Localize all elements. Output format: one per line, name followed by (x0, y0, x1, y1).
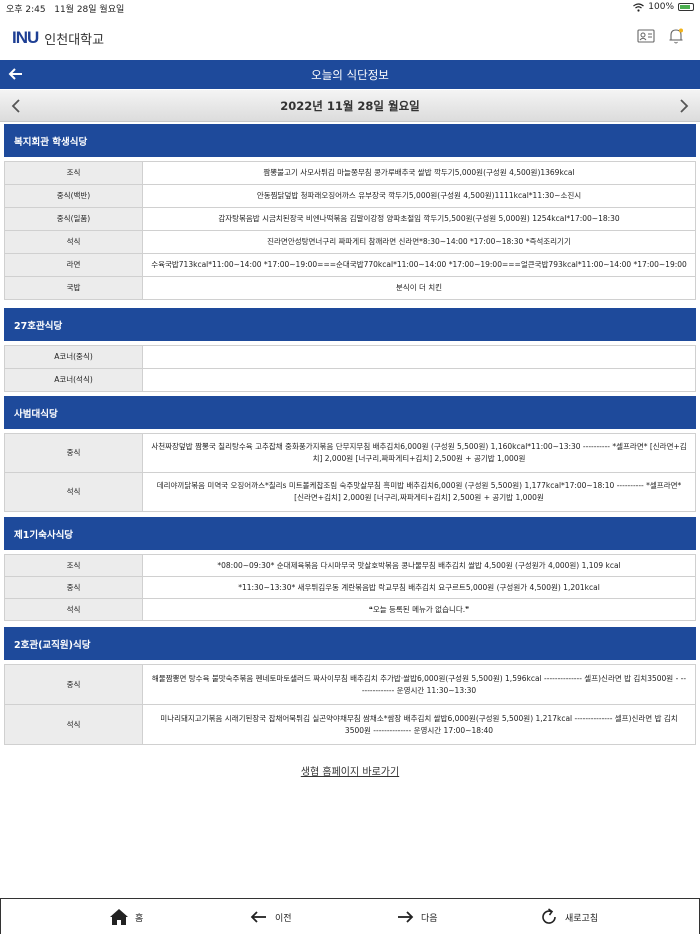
chevron-right-icon[interactable] (674, 97, 692, 115)
table-row: 석식 ❝오늘 등록된 메뉴가 없습니다.❞ (4, 598, 696, 621)
meal-menu: 데리야끼닭볶음 미역국 오징어까스*칠리s 미트볼케찹조림 숙주맛살무침 흑미밥… (142, 472, 696, 512)
meal-menu: 해물짬뽕면 탕수육 불맛숙주볶음 펜네토마토샐러드 짜사이무침 배추김치 추가밥… (142, 664, 696, 705)
menu-table: 중식 사천짜장덮밥 짬뽕국 칠리탕수육 고추잡채 중화풍가지볶음 단무지무침 배추… (4, 433, 696, 512)
meal-label: 조식 (4, 554, 143, 577)
page-title: 오늘의 식단정보 (311, 68, 389, 82)
university-logo[interactable]: INU 인천대학교 (12, 28, 104, 48)
home-label: 홈 (135, 913, 144, 924)
logo-text: 인천대학교 (44, 32, 105, 48)
status-time: 오후 2:45 (6, 5, 46, 15)
table-row: A코너(중식) (4, 345, 696, 369)
meal-menu: *11:30~13:30* 새우튀김우동 계란볶음밥 락교무침 배추김치 요구르… (142, 576, 696, 599)
meal-menu: ❝오늘 등록된 메뉴가 없습니다.❞ (142, 598, 696, 621)
meal-menu: 진라면안성탕면너구리 짜파게티 참깨라면 신라면*8:30~14:00 *17:… (142, 230, 696, 254)
meal-label: 국밥 (4, 276, 143, 300)
meal-label: 석식 (4, 704, 143, 745)
battery-icon (678, 3, 694, 11)
section-header: 2호관(교직원)식당 (4, 627, 696, 660)
table-row: 중식 해물짬뽕면 탕수육 불맛숙주볶음 펜네토마토샐러드 짜사이무침 배추김치 추… (4, 664, 696, 705)
section-header: 복지회관 학생식당 (4, 124, 696, 157)
meal-label: 중식(백반) (4, 184, 143, 208)
bell-icon[interactable] (666, 27, 686, 45)
meal-label: 중식 (4, 433, 143, 473)
next-label: 다음 (421, 913, 438, 924)
battery-percent: 100% (648, 2, 674, 12)
meal-label: 라면 (4, 253, 143, 277)
home-button[interactable]: 홈 (109, 907, 143, 927)
meal-menu: 짬뽕불고기 사모사튀김 마늘쫑무침 콩가루배추국 쌀밥 깍두기5,000원(구성… (142, 161, 696, 185)
table-row: 조식 *08:00~09:30* 순대제육볶음 다시마무국 맛살호박볶음 콩나물무… (4, 554, 696, 577)
home-icon (110, 909, 128, 925)
meal-label: 조식 (4, 161, 143, 185)
wifi-icon (633, 2, 645, 12)
meal-menu: 미나리돼지고기볶음 시래기된장국 잡채어묵튀김 실곤약야채무침 쌈채소*쌈장 배… (142, 704, 696, 745)
menu-table: A코너(중식) A코너(석식) (4, 345, 696, 392)
table-row: 중식(일품) 감자탕볶음밥 시금치된장국 비엔나떡볶음 김말이강정 양파초절임 깍… (4, 207, 696, 231)
section-header: 사범대식당 (4, 396, 696, 429)
prev-button[interactable]: 이전 (249, 907, 292, 927)
refresh-icon (542, 908, 556, 924)
table-row: 석식 데리야끼닭볶음 미역국 오징어까스*칠리s 미트볼케찹조림 숙주맛살무침 흑… (4, 472, 696, 512)
arrow-left-icon (250, 911, 266, 923)
id-card-icon[interactable] (636, 27, 656, 45)
meal-label: A코너(석식) (4, 368, 143, 392)
refresh-button[interactable]: 새로고침 (539, 907, 598, 927)
menu-table: 조식 *08:00~09:30* 순대제육볶음 다시마무국 맛살호박볶음 콩나물무… (4, 554, 696, 621)
table-row: A코너(석식) (4, 368, 696, 392)
meal-label: 석식 (4, 230, 143, 254)
prev-label: 이전 (275, 913, 292, 924)
meal-label: 중식(일품) (4, 207, 143, 231)
table-row: 라면 수육국밥713kcal*11:00~14:00 *17:00~19:00==… (4, 253, 696, 277)
nav-bar: 오늘의 식단정보 (0, 60, 700, 89)
meal-menu: 사천짜장덮밥 짬뽕국 칠리탕수육 고추잡채 중화풍가지볶음 단무지무침 배추김치… (142, 433, 696, 473)
status-bar: 오후 2:45 11월 28일 월요일 100% (0, 0, 700, 16)
meal-label: 석식 (4, 598, 143, 621)
next-button[interactable]: 다음 (395, 907, 438, 927)
section-header: 제1기숙사식당 (4, 517, 696, 550)
app-header: INU 인천대학교 (0, 16, 700, 60)
refresh-label: 새로고침 (565, 913, 599, 924)
meal-menu (142, 368, 696, 392)
arrow-right-icon (398, 911, 414, 923)
table-row: 조식 짬뽕불고기 사모사튀김 마늘쫑무침 콩가루배추국 쌀밥 깍두기5,000원(… (4, 161, 696, 185)
table-row: 중식(백반) 안동찜닭덮밥 청파래오징어까스 유부장국 깍두기5,000원(구성원… (4, 184, 696, 208)
section-header: 27호관식당 (4, 308, 696, 341)
current-date: 2022년 11월 28일 월요일 (280, 99, 420, 113)
date-bar: 2022년 11월 28일 월요일 (0, 90, 700, 122)
meal-menu (142, 345, 696, 369)
meal-label: A코너(중식) (4, 345, 143, 369)
meal-menu: 감자탕볶음밥 시금치된장국 비엔나떡볶음 김말이강정 양파초절임 깍두기5,50… (142, 207, 696, 231)
table-row: 중식 사천짜장덮밥 짬뽕국 칠리탕수육 고추잡채 중화풍가지볶음 단무지무침 배추… (4, 433, 696, 473)
meal-menu: 분식이 더 치킨 (142, 276, 696, 300)
status-date: 11월 28일 월요일 (54, 5, 125, 15)
menu-table: 조식 짬뽕불고기 사모사튀김 마늘쫑무침 콩가루배추국 쌀밥 깍두기5,000원(… (4, 161, 696, 300)
menu-content: 복지회관 학생식당 조식 짬뽕불고기 사모사튀김 마늘쫑무침 콩가루배추국 쌀밥 … (4, 124, 696, 778)
table-row: 중식 *11:30~13:30* 새우튀김우동 계란볶음밥 락교무침 배추김치 요… (4, 576, 696, 599)
bottom-toolbar: 홈 이전 다음 새로고침 (0, 898, 700, 934)
table-row: 국밥 분식이 더 치킨 (4, 276, 696, 300)
table-row: 석식 진라면안성탕면너구리 짜파게티 참깨라면 신라면*8:30~14:00 *1… (4, 230, 696, 254)
meal-label: 중식 (4, 576, 143, 599)
meal-label: 중식 (4, 664, 143, 705)
meal-menu: 안동찜닭덮밥 청파래오징어까스 유부장국 깍두기5,000원(구성원 4,500… (142, 184, 696, 208)
meal-menu: *08:00~09:30* 순대제육볶음 다시마무국 맛살호박볶음 콩나물무침 … (142, 554, 696, 577)
table-row: 석식 미나리돼지고기볶음 시래기된장국 잡채어묵튀김 실곤약야채무침 쌈채소*쌈장… (4, 704, 696, 745)
meal-label: 석식 (4, 472, 143, 512)
menu-table: 중식 해물짬뽕면 탕수육 불맛숙주볶음 펜네토마토샐러드 짜사이무침 배추김치 추… (4, 664, 696, 745)
logo-mark: INU (12, 28, 39, 47)
meal-menu: 수육국밥713kcal*11:00~14:00 *17:00~19:00===순… (142, 253, 696, 277)
coop-homepage-link[interactable]: 생협 홈페이지 바로가기 (4, 763, 696, 778)
